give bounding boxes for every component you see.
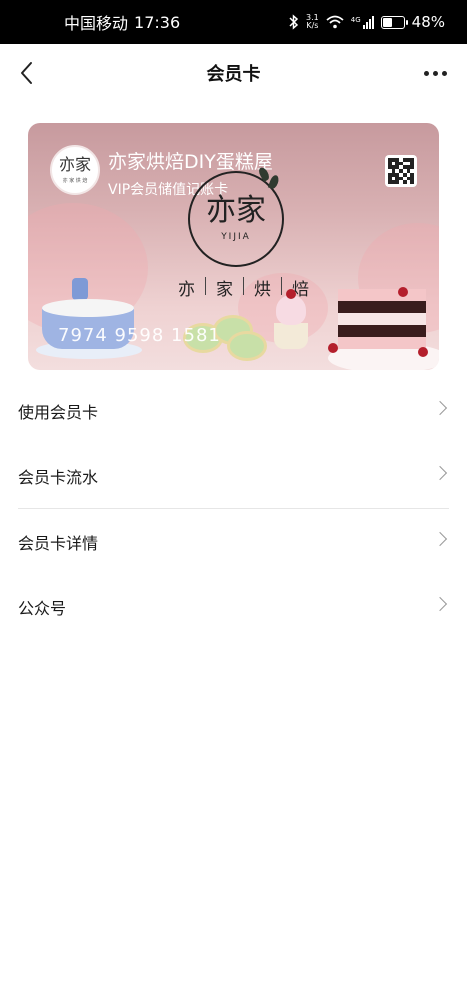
bluetooth-icon bbox=[289, 14, 299, 30]
menu-item-label: 会员卡详情 bbox=[18, 533, 99, 553]
brand-char: 亦 bbox=[178, 280, 195, 300]
chevron-right-icon bbox=[432, 596, 448, 612]
battery-percent: 48% bbox=[411, 13, 445, 31]
qr-code-icon bbox=[388, 158, 414, 184]
carrier-name: 中国移动 bbox=[64, 14, 129, 33]
logo-subtext: 亦 家 烘 焙 bbox=[62, 177, 88, 184]
network-speed: 3.1 K/s bbox=[306, 14, 319, 30]
chevron-right-icon bbox=[432, 400, 448, 416]
nav-bar: 会员卡 bbox=[0, 44, 467, 102]
battery-fill bbox=[382, 17, 392, 27]
logo-text: 亦家 bbox=[58, 154, 91, 174]
merchant-name: 亦家烘焙DIY蛋糕屋 bbox=[108, 151, 273, 173]
leaf-icon bbox=[267, 174, 281, 190]
menu-list: 使用会员卡 会员卡流水 会员卡详情 公众号 bbox=[0, 378, 467, 639]
wifi-icon bbox=[326, 15, 344, 29]
page-title: 会员卡 bbox=[206, 64, 261, 85]
brand-char: 家 bbox=[216, 280, 233, 300]
qr-code-button[interactable] bbox=[385, 155, 417, 187]
clock: 17:36 bbox=[134, 12, 181, 32]
merchant-logo: 亦家 亦 家 烘 焙 bbox=[50, 145, 100, 195]
menu-item-label: 使用会员卡 bbox=[18, 402, 99, 422]
chevron-left-icon bbox=[21, 62, 32, 84]
menu-item-card-details[interactable]: 会员卡详情 bbox=[0, 509, 467, 574]
menu-item-use-card[interactable]: 使用会员卡 bbox=[0, 378, 467, 443]
status-left: 中国移动 17:36 bbox=[64, 10, 180, 34]
back-button[interactable] bbox=[10, 56, 42, 90]
status-right: 3.1 K/s 4G 48% bbox=[289, 13, 445, 31]
network-type: 4G bbox=[350, 15, 361, 24]
card-number: 7974 9598 1581 bbox=[58, 325, 221, 346]
menu-item-card-transactions[interactable]: 会员卡流水 bbox=[0, 443, 467, 508]
chevron-right-icon bbox=[432, 465, 448, 481]
membership-card[interactable]: 亦家 亦 家 烘 焙 亦家烘焙DIY蛋糕屋 VIP会员储值记账卡 亦家 YIJI… bbox=[28, 123, 439, 370]
cupcake-illustration bbox=[268, 289, 314, 355]
cake-slice-illustration bbox=[328, 283, 428, 363]
speed-unit: K/s bbox=[306, 21, 319, 30]
more-button[interactable] bbox=[419, 58, 451, 88]
battery-icon bbox=[380, 15, 408, 29]
menu-item-label: 会员卡流水 bbox=[18, 467, 99, 487]
more-dots-icon bbox=[423, 70, 429, 76]
menu-item-official-account[interactable]: 公众号 bbox=[0, 574, 467, 639]
status-bar: 中国移动 17:36 3.1 K/s 4G 48% bbox=[0, 0, 467, 44]
signal-icon: 4G bbox=[350, 15, 374, 29]
brand-latin: YIJIA bbox=[221, 232, 251, 242]
menu-item-label: 公众号 bbox=[18, 598, 67, 618]
chevron-right-icon bbox=[432, 531, 448, 547]
brand-text: 亦家 bbox=[206, 193, 266, 228]
